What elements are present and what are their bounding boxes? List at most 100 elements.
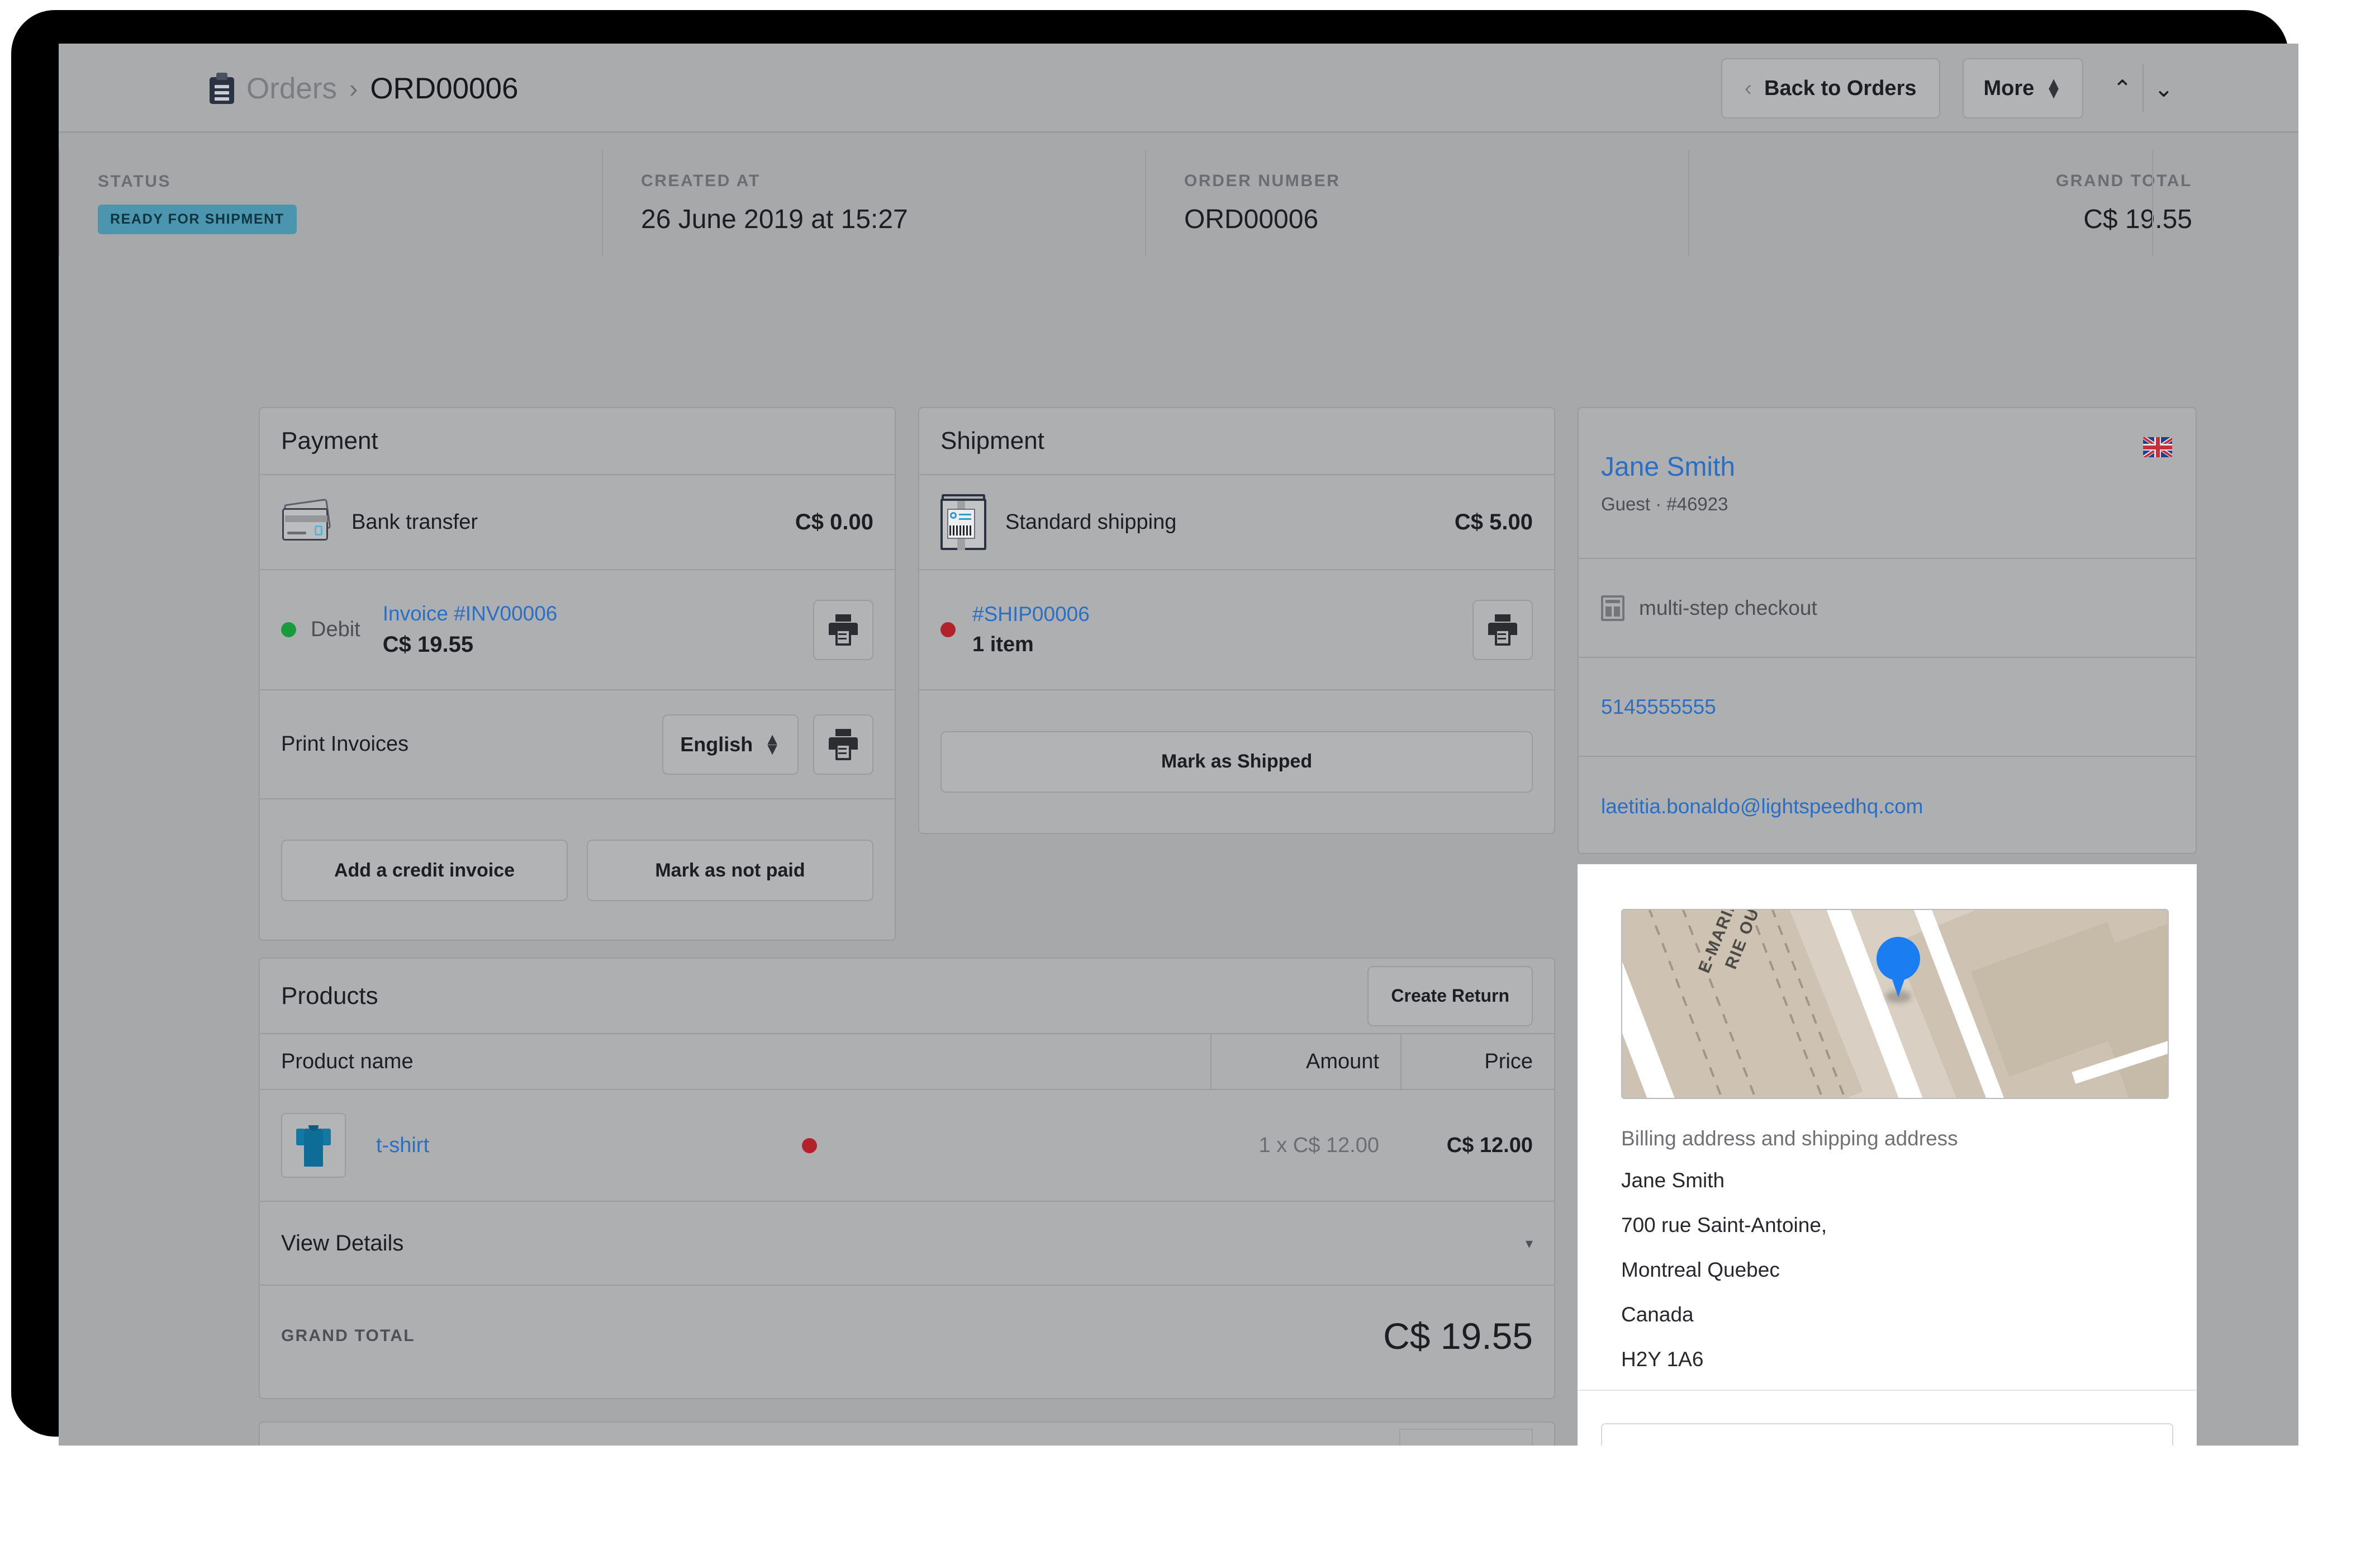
breadcrumb: Orders › ORD00006 <box>210 44 518 133</box>
next-order-button[interactable]: ⌄ <box>2144 58 2184 119</box>
product-status-dot <box>801 1138 817 1153</box>
shipment-status-dot <box>940 622 956 637</box>
product-name-link[interactable]: t-shirt <box>376 1134 429 1158</box>
column-price: Price <box>1400 1034 1554 1089</box>
status-badge: READY FOR SHIPMENT <box>98 205 297 234</box>
payment-title: Payment <box>281 427 378 454</box>
summary-order-number: ORDER NUMBER ORD00006 <box>1145 135 1688 272</box>
save-note-button[interactable]: Save Note <box>1399 1429 1533 1446</box>
invoice-amount: C$ 19.55 <box>382 632 474 657</box>
products-card-header: Products Create Return <box>260 959 1554 1034</box>
chevron-updown-icon: ▲ ▼ <box>764 730 781 759</box>
payment-method-row: Bank transfer C$ 0.00 <box>260 475 895 570</box>
customer-checkout-type: multi-step checkout <box>1639 596 1817 619</box>
mark-as-shipped-label: Mark as Shipped <box>1161 751 1313 772</box>
product-status-cell <box>429 1138 1189 1153</box>
product-amount-qty: 1 x <box>1258 1133 1293 1157</box>
customer-phone-link[interactable]: 5145555555 <box>1601 695 1716 719</box>
shipment-method-row: Standard shipping C$ 5.00 <box>919 475 1554 570</box>
product-amount-unit: C$ 12.00 <box>1293 1133 1379 1157</box>
customer-email-link[interactable]: laetitia.bonaldo@lightspeedhq.com <box>1601 795 1923 818</box>
credit-card-icon <box>281 498 332 543</box>
address-card: E-MARIE RIE OUEST Billing address and sh… <box>1578 864 2197 1446</box>
shipment-method-amount: C$ 5.00 <box>1454 509 1533 534</box>
invoice-link[interactable]: Invoice #INV00006 <box>383 602 558 626</box>
more-button[interactable]: More ▲ ▼ <box>1962 58 2083 119</box>
column-amount: Amount <box>1210 1034 1400 1089</box>
edit-address-label: Edit Address <box>1829 1443 1945 1446</box>
payment-card: Payment Bank transfer C$ 0.00 Debit Invo… <box>259 407 896 941</box>
invoice-language-value: English <box>680 732 753 756</box>
status-label: STATUS <box>98 172 172 191</box>
payment-method-name: Bank transfer <box>351 510 478 534</box>
invoice-language-select[interactable]: English ▲ ▼ <box>662 714 799 775</box>
clipboard-icon <box>210 73 234 104</box>
mark-as-not-paid-button[interactable]: Mark as not paid <box>587 840 873 901</box>
address-line-name: Jane Smith <box>1621 1169 1725 1192</box>
print-shipment-button[interactable] <box>1472 599 1533 660</box>
payment-card-header: Payment <box>260 408 895 475</box>
payment-status-dot <box>281 622 296 637</box>
app-viewport: Orders › ORD00006 ‹ Back to Orders More … <box>59 44 2298 1446</box>
notes-title: Notes <box>281 1445 345 1446</box>
printer-icon <box>829 728 858 760</box>
shipment-items-count: 1 item <box>972 633 1034 656</box>
grand-total-label: GRAND TOTAL <box>2055 172 2192 190</box>
customer-name-link[interactable]: Jane Smith <box>1601 452 2173 482</box>
summary-status: STATUS READY FOR SHIPMENT <box>59 135 602 272</box>
mark-as-shipped-button[interactable]: Mark as Shipped <box>940 731 1533 793</box>
view-details-label: View Details <box>281 1230 404 1255</box>
address-line-postal: H2Y 1A6 <box>1621 1348 1704 1371</box>
created-at-value: 26 June 2019 at 15:27 <box>641 205 908 234</box>
checkout-icon <box>1601 595 1624 621</box>
print-invoices-row: Print Invoices English ▲ ▼ <box>260 690 895 799</box>
print-invoice-button[interactable] <box>813 599 873 660</box>
table-row: t-shirt 1 x C$ 12.00 C$ 12.00 <box>260 1090 1554 1202</box>
view-details-row[interactable]: View Details ▾ <box>260 1202 1554 1286</box>
create-return-button[interactable]: Create Return <box>1367 965 1533 1026</box>
chevron-left-icon: ‹ <box>1744 75 1752 101</box>
customer-subtitle: Guest · #46923 <box>1601 493 1728 514</box>
print-invoices-button[interactable] <box>813 714 873 775</box>
customer-email-row: laetitia.bonaldo@lightspeedhq.com <box>1579 757 2196 856</box>
address-divider <box>1578 1390 2197 1391</box>
package-icon <box>940 494 986 550</box>
top-bar: Orders › ORD00006 ‹ Back to Orders More … <box>59 44 2298 133</box>
shipment-link[interactable]: #SHIP00006 <box>972 603 1090 626</box>
printer-icon <box>1488 614 1517 646</box>
chevron-down-icon: ⌄ <box>2154 75 2174 102</box>
address-line-street: 700 rue Saint-Antoine, <box>1621 1214 1827 1236</box>
payment-debit-label: Debit <box>311 618 360 641</box>
breadcrumb-orders-link[interactable]: Orders <box>246 72 337 106</box>
order-number-value: ORD00006 <box>1184 205 1319 234</box>
more-label: More <box>1983 76 2035 100</box>
address-label: Billing address and shipping address <box>1621 1127 1958 1150</box>
printer-icon <box>829 614 858 646</box>
previous-order-button[interactable]: ⌃ <box>2102 58 2143 119</box>
record-nav: ⌃ ⌄ <box>2102 58 2184 119</box>
add-credit-invoice-button[interactable]: Add a credit invoice <box>281 840 568 901</box>
edit-address-button[interactable]: Edit Address <box>1601 1423 2173 1446</box>
product-price: C$ 12.00 <box>1446 1133 1533 1157</box>
summary-grand-total: GRAND TOTAL C$ 19.55 <box>1688 135 2298 272</box>
back-to-orders-button[interactable]: ‹ Back to Orders <box>1721 58 1940 119</box>
column-product-name: Product name <box>281 1049 414 1073</box>
address-line-country: Canada <box>1621 1303 1694 1326</box>
payment-method-amount: C$ 0.00 <box>795 509 873 534</box>
customer-card: Jane Smith Guest · #46923 multi-step che… <box>1578 407 2197 854</box>
products-grand-total-row: GRAND TOTAL C$ 19.55 <box>260 1286 1554 1386</box>
created-at-label: CREATED AT <box>641 172 761 190</box>
product-thumbnail[interactable] <box>281 1113 346 1178</box>
top-bar-actions: ‹ Back to Orders More ▲ ▼ ⌃ ⌄ <box>1721 44 2184 133</box>
products-column-header: Product name Amount Price <box>260 1034 1554 1090</box>
back-to-orders-label: Back to Orders <box>1764 76 1917 100</box>
chevron-down-icon: ▾ <box>1525 1234 1533 1252</box>
print-invoices-label: Print Invoices <box>281 732 409 756</box>
address-map-thumbnail[interactable]: E-MARIE RIE OUEST <box>1621 909 2169 1099</box>
breadcrumb-separator: › <box>349 74 358 103</box>
map-pin-icon <box>1877 937 1920 1003</box>
customer-header: Jane Smith Guest · #46923 <box>1579 408 2196 559</box>
chevron-up-icon: ⌃ <box>2112 75 2132 102</box>
products-grand-total-label: GRAND TOTAL <box>281 1326 415 1345</box>
device-frame: Orders › ORD00006 ‹ Back to Orders More … <box>11 10 2298 1446</box>
